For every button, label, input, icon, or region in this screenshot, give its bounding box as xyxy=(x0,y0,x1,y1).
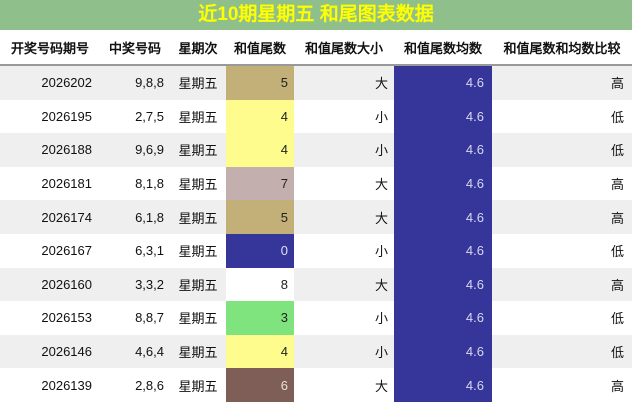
period-cell: 2026139 xyxy=(0,368,100,402)
winning-numbers-cell: 6,3,1 xyxy=(100,233,170,268)
weekday-cell: 星期五 xyxy=(170,233,226,268)
tail-cell: 5 xyxy=(226,200,294,234)
weekday-cell: 星期五 xyxy=(170,166,226,201)
header-period[interactable]: 开奖号码期号 xyxy=(0,30,100,66)
table-row: 2026146 4,6,4 星期五 4 小 4.6 低 xyxy=(0,334,632,369)
tail-comparison-cell: 低 xyxy=(492,233,632,268)
header-numbers[interactable]: 中奖号码 xyxy=(100,30,170,66)
table-row: 2026188 9,6,9 星期五 4 小 4.6 低 xyxy=(0,133,632,167)
tail-comparison-cell: 高 xyxy=(492,267,632,302)
weekday-cell: 星期五 xyxy=(170,301,226,335)
table-row: 2026160 3,3,2 星期五 8 大 4.6 高 xyxy=(0,267,632,302)
weekday-cell: 星期五 xyxy=(170,65,226,100)
tail-size-cell: 小 xyxy=(294,133,394,167)
tail-comparison-cell: 低 xyxy=(492,301,632,335)
period-cell: 2026181 xyxy=(0,166,100,201)
period-cell: 2026174 xyxy=(0,200,100,234)
header-tail-average[interactable]: 和值尾数均数 xyxy=(394,30,492,66)
tail-average-cell: 4.6 xyxy=(394,233,492,268)
tail-cell: 6 xyxy=(226,368,294,402)
header-tail-comparison[interactable]: 和值尾数和均数比较 xyxy=(492,30,632,66)
weekday-cell: 星期五 xyxy=(170,368,226,402)
period-cell: 2026188 xyxy=(0,133,100,167)
winning-numbers-cell: 2,8,6 xyxy=(100,368,170,402)
period-cell: 2026195 xyxy=(0,99,100,134)
header-tail-size[interactable]: 和值尾数大小 xyxy=(294,30,394,66)
winning-numbers-cell: 9,8,8 xyxy=(100,65,170,100)
table-row: 2026202 9,8,8 星期五 5 大 4.6 高 xyxy=(0,65,632,100)
winning-numbers-cell: 3,3,2 xyxy=(100,267,170,302)
tail-average-cell: 4.6 xyxy=(394,166,492,201)
tail-size-cell: 小 xyxy=(294,99,394,134)
tail-cell: 4 xyxy=(226,334,294,369)
tail-cell: 8 xyxy=(226,267,294,302)
header-tail[interactable]: 和值尾数 xyxy=(226,30,294,66)
tail-average-cell: 4.6 xyxy=(394,200,492,234)
period-cell: 2026146 xyxy=(0,334,100,369)
period-cell: 2026167 xyxy=(0,233,100,268)
tail-size-cell: 小 xyxy=(294,233,394,268)
tail-size-cell: 大 xyxy=(294,166,394,201)
tail-average-cell: 4.6 xyxy=(394,301,492,335)
tail-cell: 3 xyxy=(226,301,294,335)
tail-comparison-cell: 低 xyxy=(492,334,632,369)
table-row: 2026167 6,3,1 星期五 0 小 4.6 低 xyxy=(0,233,632,268)
tail-comparison-cell: 高 xyxy=(492,166,632,201)
tail-cell: 4 xyxy=(226,133,294,167)
tail-average-cell: 4.6 xyxy=(394,368,492,402)
table-header-row: 开奖号码期号 中奖号码 星期次 和值尾数 和值尾数大小 和值尾数均数 和值尾数和… xyxy=(0,30,632,66)
tail-average-cell: 4.6 xyxy=(394,267,492,302)
page-title: 近10期星期五 和尾图表数据 xyxy=(0,0,632,30)
tail-size-cell: 大 xyxy=(294,267,394,302)
table-row: 2026174 6,1,8 星期五 5 大 4.6 高 xyxy=(0,200,632,234)
weekday-cell: 星期五 xyxy=(170,334,226,369)
tail-comparison-cell: 高 xyxy=(492,200,632,234)
table-row: 2026139 2,8,6 星期五 6 大 4.6 高 xyxy=(0,368,632,402)
header-day[interactable]: 星期次 xyxy=(170,30,226,66)
tail-comparison-cell: 高 xyxy=(492,368,632,402)
table-row: 2026153 8,8,7 星期五 3 小 4.6 低 xyxy=(0,301,632,335)
tail-size-cell: 大 xyxy=(294,65,394,100)
tail-cell: 0 xyxy=(226,233,294,268)
tail-average-cell: 4.6 xyxy=(394,99,492,134)
tail-cell: 5 xyxy=(226,65,294,100)
tail-size-cell: 小 xyxy=(294,301,394,335)
tail-comparison-cell: 低 xyxy=(492,133,632,167)
tail-average-cell: 4.6 xyxy=(394,334,492,369)
tail-size-cell: 小 xyxy=(294,334,394,369)
table-row: 2026181 8,1,8 星期五 7 大 4.6 高 xyxy=(0,166,632,201)
tail-average-cell: 4.6 xyxy=(394,133,492,167)
tail-size-cell: 大 xyxy=(294,368,394,402)
tail-size-cell: 大 xyxy=(294,200,394,234)
tail-average-cell: 4.6 xyxy=(394,65,492,100)
tail-cell: 7 xyxy=(226,166,294,201)
weekday-cell: 星期五 xyxy=(170,267,226,302)
weekday-cell: 星期五 xyxy=(170,133,226,167)
winning-numbers-cell: 2,7,5 xyxy=(100,99,170,134)
winning-numbers-cell: 4,6,4 xyxy=(100,334,170,369)
data-table: 开奖号码期号 中奖号码 星期次 和值尾数 和值尾数大小 和值尾数均数 和值尾数和… xyxy=(0,30,632,402)
winning-numbers-cell: 9,6,9 xyxy=(100,133,170,167)
weekday-cell: 星期五 xyxy=(170,200,226,234)
winning-numbers-cell: 8,8,7 xyxy=(100,301,170,335)
tail-comparison-cell: 低 xyxy=(492,99,632,134)
period-cell: 2026202 xyxy=(0,65,100,100)
weekday-cell: 星期五 xyxy=(170,99,226,134)
tail-cell: 4 xyxy=(226,99,294,134)
table-row: 2026195 2,7,5 星期五 4 小 4.6 低 xyxy=(0,99,632,134)
period-cell: 2026153 xyxy=(0,301,100,335)
period-cell: 2026160 xyxy=(0,267,100,302)
tail-comparison-cell: 高 xyxy=(492,65,632,100)
winning-numbers-cell: 8,1,8 xyxy=(100,166,170,201)
winning-numbers-cell: 6,1,8 xyxy=(100,200,170,234)
